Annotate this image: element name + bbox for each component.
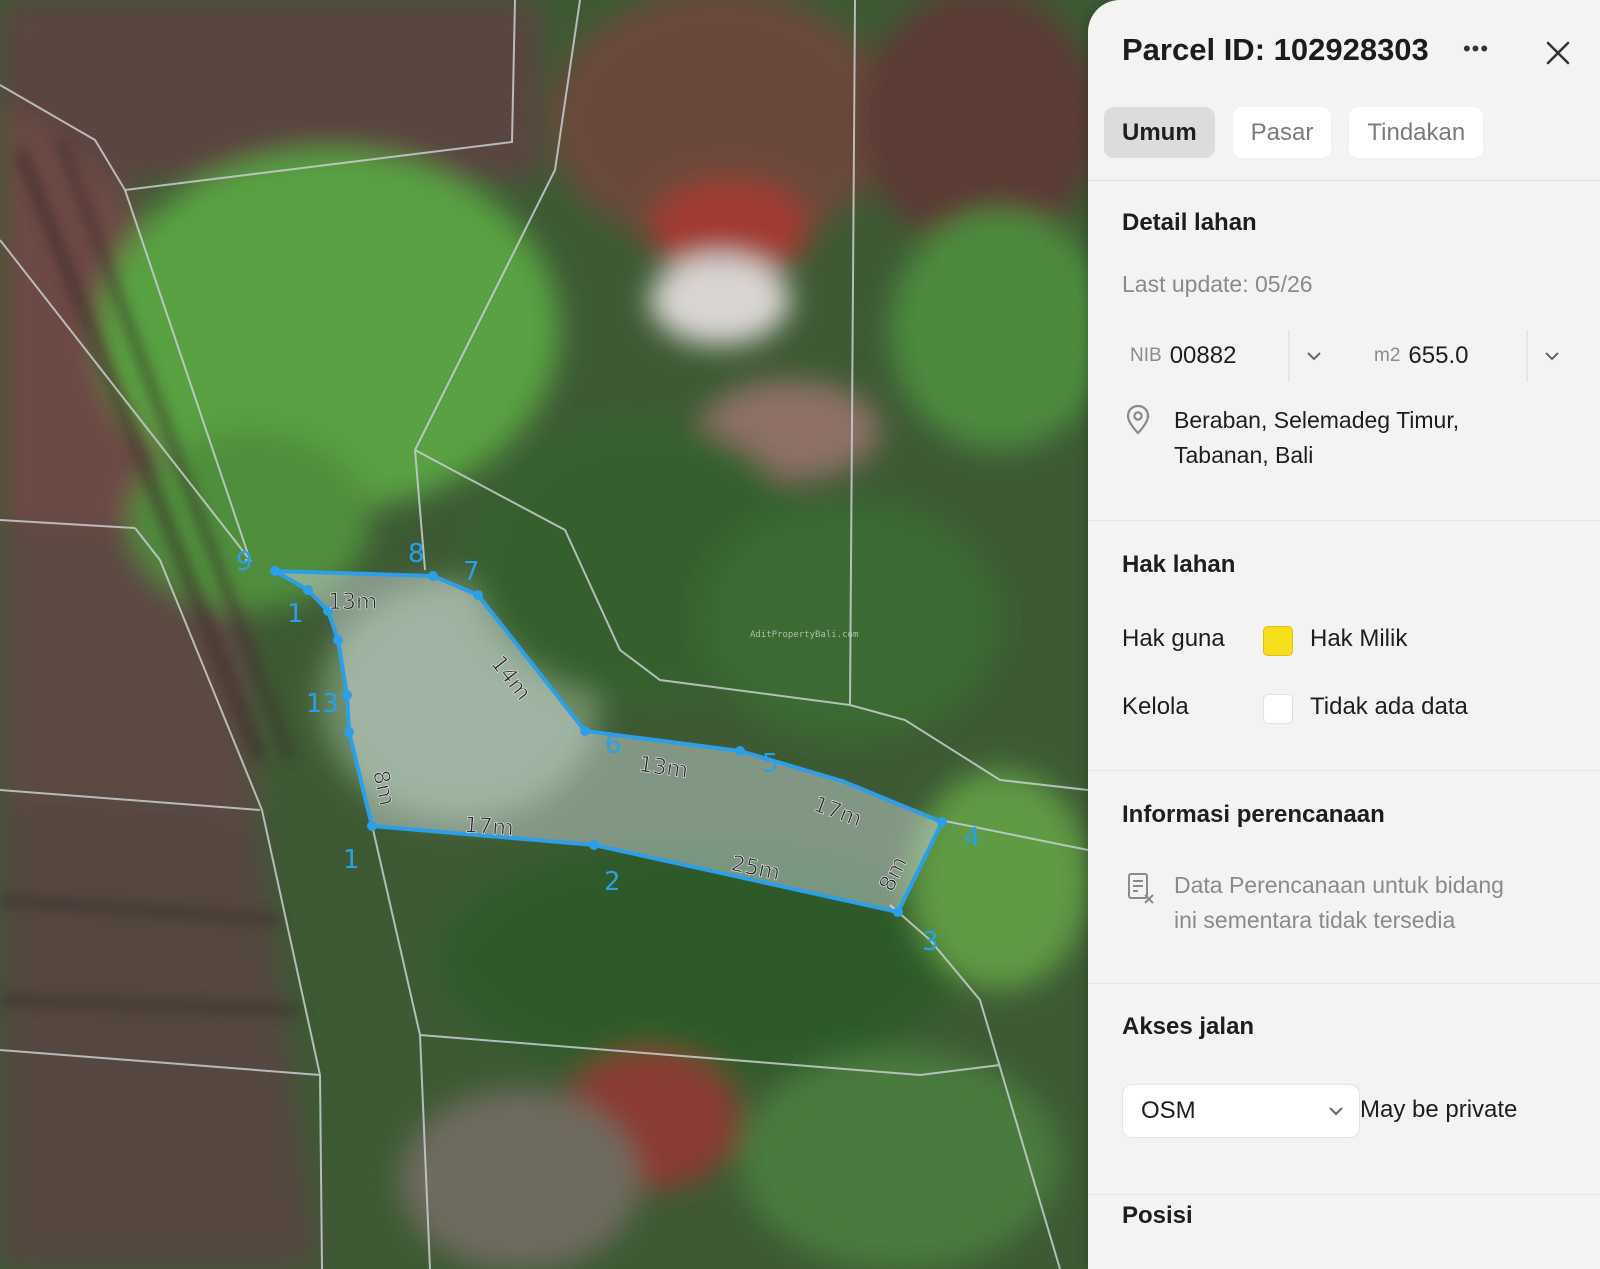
vertex-label: 13 [306, 689, 339, 719]
rights-row-hak-guna: Hak guna [1122, 625, 1225, 653]
area-unit-label: m2 [1374, 345, 1401, 366]
planning-info-section: Informasi perencanaan Data Perencanaan u… [1088, 771, 1600, 984]
chevron-down-icon [1545, 352, 1559, 361]
vertex-label: 4 [964, 823, 981, 853]
vertex-label: 9 [236, 547, 253, 577]
parcel-title: Parcel ID: 102928303 [1122, 32, 1429, 67]
location-text: Beraban, Selemadeg Timur, Tabanan, Bali [1174, 403, 1459, 473]
chevron-down-icon [1307, 352, 1321, 361]
panel-header: Parcel ID: 102928303 ••• Umum Pasar Tind… [1088, 0, 1600, 181]
location-pin-icon [1126, 404, 1150, 435]
close-icon[interactable] [1538, 33, 1578, 73]
land-detail-section: Detail lahan Last update: 05/26 NIB 0088… [1088, 181, 1600, 521]
nib-label: NIB [1130, 345, 1162, 366]
map-watermark: AditPropertyBali.com [750, 630, 858, 640]
nib-value: 00882 [1169, 342, 1237, 369]
vertex-label: 1 [343, 845, 360, 875]
tab-pasar[interactable]: Pasar [1232, 107, 1332, 158]
planning-message-line-1: Data Perencanaan untuk bidang [1174, 872, 1504, 898]
road-access-note: May be private [1360, 1096, 1518, 1123]
location-line-2: Tabanan, Bali [1174, 442, 1314, 468]
planning-message: Data Perencanaan untuk bidang ini sement… [1174, 868, 1504, 938]
rights-value: Hak Milik [1310, 625, 1408, 652]
panel-tabs: Umum Pasar Tindakan [1104, 107, 1484, 158]
road-source-value: OSM [1141, 1097, 1196, 1124]
nib-dropdown-button[interactable] [1288, 330, 1338, 382]
edge-length-label: 17m [464, 813, 515, 841]
position-heading: Posisi [1122, 1202, 1193, 1229]
road-source-select[interactable]: OSM [1122, 1084, 1360, 1138]
edge-length-label: 13m [328, 590, 377, 615]
planning-message-line-2: ini sementara tidak tersedia [1174, 907, 1456, 933]
vertex-label: 3 [922, 927, 939, 957]
rights-value: Tidak ada data [1310, 693, 1468, 720]
data-unavailable-icon [1128, 873, 1154, 904]
land-rights-heading: Hak lahan [1122, 551, 1236, 578]
nib-field: NIB 00882 [1130, 330, 1290, 382]
last-update-text: Last update: 05/26 [1122, 271, 1313, 297]
rights-row-kelola: Kelola [1122, 693, 1189, 721]
rights-label: Kelola [1122, 693, 1189, 720]
vertex-label: 2 [604, 867, 621, 897]
hak-milik-color-swatch [1263, 626, 1293, 656]
ellipsis-icon[interactable]: ••• [1458, 34, 1494, 70]
tab-tindakan[interactable]: Tindakan [1349, 107, 1484, 158]
rights-label: Hak guna [1122, 625, 1225, 652]
vertex-label: 6 [605, 730, 622, 760]
chevron-down-icon [1329, 1107, 1343, 1116]
area-field: m2 655.0 [1374, 330, 1524, 382]
tab-umum[interactable]: Umum [1104, 107, 1215, 158]
area-dropdown-button[interactable] [1526, 330, 1576, 382]
kelola-color-swatch [1263, 694, 1293, 724]
vertex-label: 5 [762, 749, 779, 779]
location-line-1: Beraban, Selemadeg Timur, [1174, 407, 1460, 433]
road-access-heading: Akses jalan [1122, 1013, 1255, 1040]
vertex-label: 8 [408, 539, 425, 569]
vertex-label: 7 [463, 557, 480, 587]
area-value: 655.0 [1408, 342, 1469, 369]
land-detail-heading: Detail lahan [1122, 209, 1257, 236]
planning-heading: Informasi perencanaan [1122, 801, 1385, 828]
vertex-label: 1 [287, 599, 304, 629]
land-rights-section: Hak lahan Hak guna Hak Milik Kelola Tida… [1088, 521, 1600, 771]
parcel-details-panel: Parcel ID: 102928303 ••• Umum Pasar Tind… [1088, 0, 1600, 1269]
